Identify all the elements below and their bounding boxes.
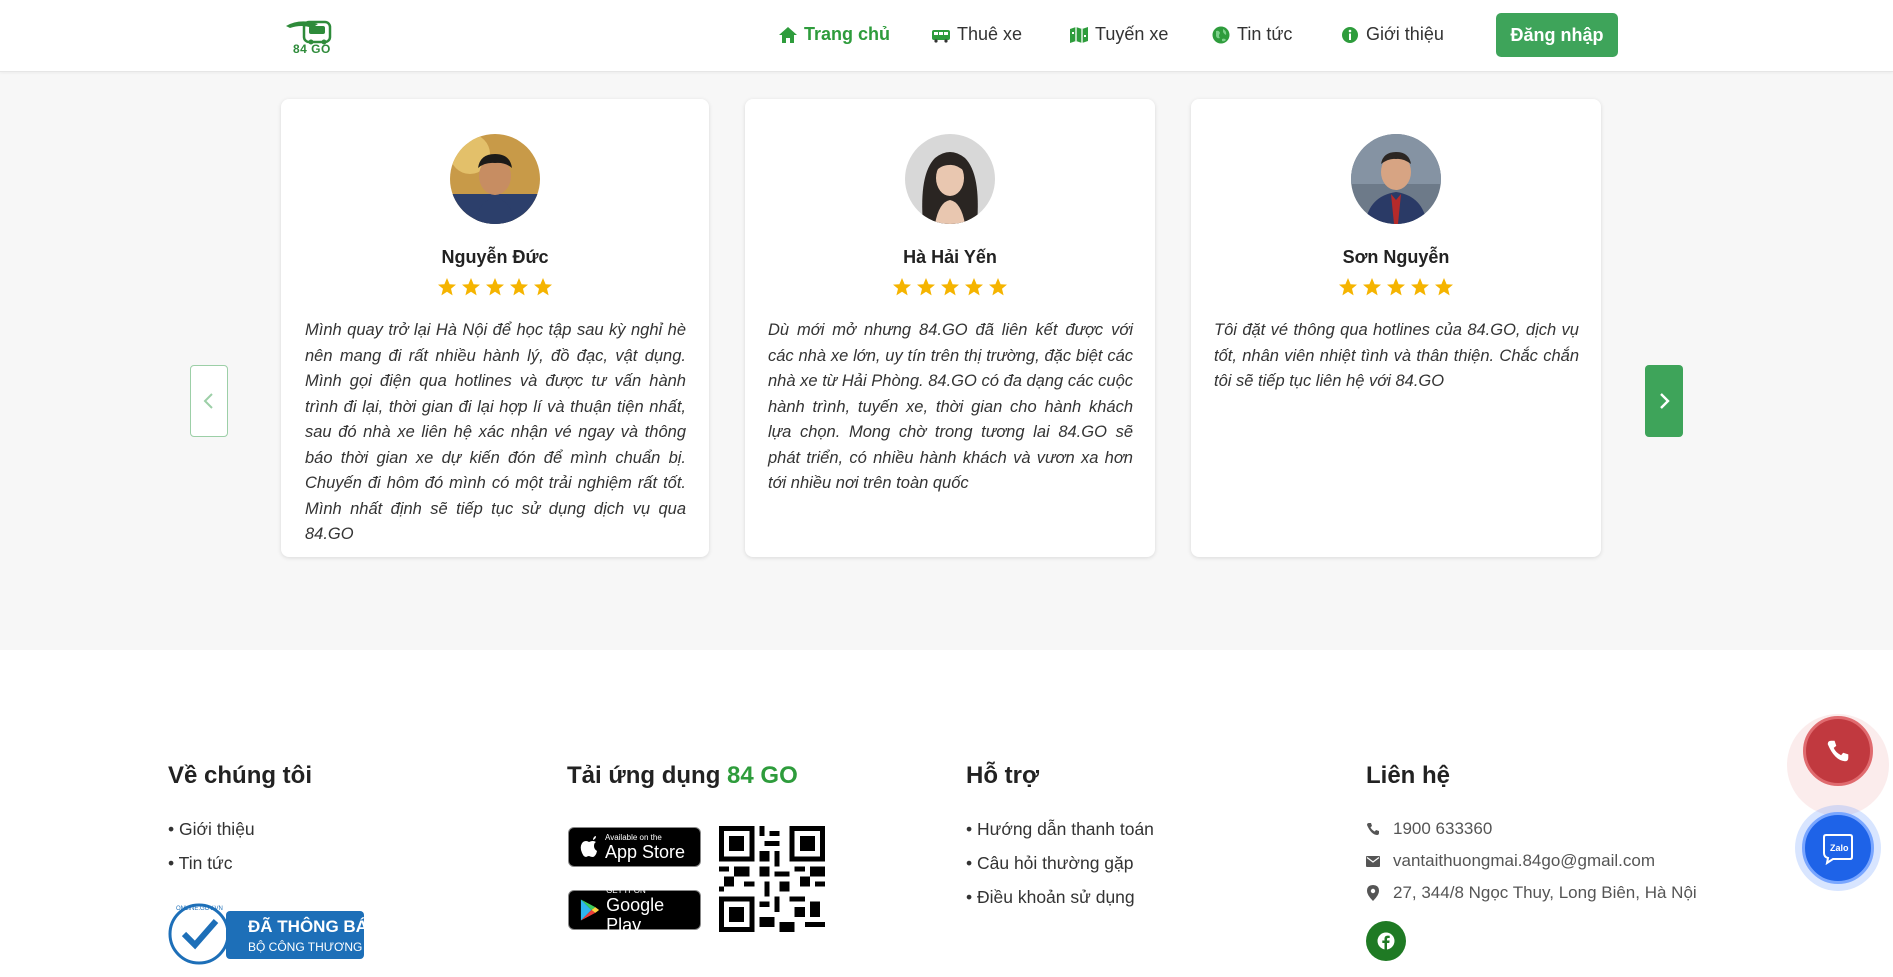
carousel-prev-button[interactable] [190,365,228,437]
testimonials-section: Nguyễn Đức Mình quay trở lại Hà Nội để h… [0,72,1893,650]
star-icon [1387,278,1405,296]
footer-link-about[interactable]: • Giới thiệu [168,819,255,840]
home-icon [779,26,797,43]
app-store-button[interactable]: Available on the App Store [568,827,701,867]
nav-about-label: Giới thiệu [1366,24,1444,44]
footer-contact-title: Liên hệ [1366,762,1451,789]
star-icon [438,278,456,296]
google-play-button[interactable]: GET IT ON Google Play [568,886,701,935]
testimonial-quote: Tôi đặt vé thông qua hotlines của 84.GO,… [1214,321,1579,390]
footer-support-title: Hỗ trợ [966,762,1040,789]
app-store-big-text: App Store [605,841,686,862]
carousel-next-button[interactable] [1645,365,1683,437]
google-play-icon [580,899,600,921]
star-icon [1339,278,1357,296]
nav-routes[interactable]: Tuyến xe [1069,24,1168,45]
footer-link-terms[interactable]: • Điều khoản sử dụng [966,887,1135,908]
footer-link-payment-guide[interactable]: • Hướng dẫn thanh toán [966,819,1154,840]
footer-about-title: Về chúng tôi [168,762,312,789]
star-icon [989,278,1007,296]
badge-line1: ĐÃ THÔNG BÁO [248,917,382,936]
testimonial-quote: Mình quay trở lại Hà Nội để học tập sau … [305,321,686,543]
site-header: 84 GO Trang chủ Thuê xe Tuyến xe Tin tức… [0,0,1893,72]
facebook-button[interactable] [1366,921,1406,961]
footer-link-news[interactable]: • Tin tức [168,853,233,874]
testimonial-quote: Dù mới mở nhưng 84.GO đã liên kết được v… [768,321,1133,492]
badge-line2: BỘ CÔNG THƯƠNG [248,940,363,954]
rating-stars [1191,277,1601,297]
nav-rent[interactable]: Thuê xe [931,24,1022,45]
zalo-label: Zalo [1830,843,1849,853]
avatar [450,134,540,224]
facebook-icon [1377,932,1395,950]
google-play-small-text: GET IT ON [606,885,646,895]
badge-ring-text: ONLINE.GOV.VN [176,906,223,912]
star-icon [486,278,504,296]
login-button[interactable]: Đăng nhập [1496,13,1618,57]
envelope-icon [1365,853,1381,869]
contact-phone-text: 1900 633360 [1393,819,1493,838]
star-icon [534,278,552,296]
nav-routes-label: Tuyến xe [1095,24,1169,44]
star-icon [1363,278,1381,296]
apple-icon [580,836,597,857]
rating-stars [281,277,709,297]
google-play-big-text: Google Play [606,894,665,935]
zalo-float-button[interactable]: Zalo [1802,812,1874,884]
nav-news-label: Tin tức [1237,24,1293,44]
star-icon [965,278,983,296]
map-icon [1070,26,1088,43]
star-icon [941,278,959,296]
testimonial-card: Nguyễn Đức Mình quay trở lại Hà Nội để h… [281,99,709,557]
star-icon [462,278,480,296]
nav-home[interactable]: Trang chủ [778,24,890,45]
chevron-right-icon [1660,393,1670,409]
contact-address: 27, 344/8 Ngọc Thuy, Long Biên, Hà Nội [1365,883,1697,903]
contact-email[interactable]: vantaithuongmai.84go@gmail.com [1365,851,1655,871]
star-icon [893,278,911,296]
app-store-small-text: Available on the [605,832,662,842]
rating-stars [745,277,1155,297]
avatar [1351,134,1441,224]
chevron-left-icon [203,393,213,409]
star-icon [917,278,935,296]
contact-email-text: vantaithuongmai.84go@gmail.com [1393,851,1656,870]
contact-address-text: 27, 344/8 Ngọc Thuy, Long Biên, Hà Nội [1393,883,1697,902]
star-icon [1435,278,1453,296]
call-float-button[interactable] [1803,716,1873,786]
globe-icon [1212,26,1230,43]
nav-news[interactable]: Tin tức [1211,24,1292,45]
info-icon [1342,26,1358,43]
qr-code-icon [719,826,825,932]
moit-certification-badge[interactable]: ONLINE.GOV.VN ĐÃ THÔNG BÁO BỘ CÔNG THƯƠN… [168,903,381,965]
footer-link-faq[interactable]: • Câu hỏi thường gặp [966,853,1133,874]
phone-icon [1365,821,1381,837]
footer-app-title: Tải ứng dụng 84 GO [567,762,798,790]
testimonial-card: Sơn Nguyễn Tôi đặt vé thông qua hotlines… [1191,99,1601,557]
nav-rent-label: Thuê xe [957,24,1023,44]
star-icon [1411,278,1429,296]
avatar [905,134,995,224]
contact-phone[interactable]: 1900 633360 [1365,819,1492,839]
location-pin-icon [1365,885,1381,901]
reviewer-name: Nguyễn Đức [441,247,549,267]
phone-icon [1827,740,1849,762]
reviewer-name: Sơn Nguyễn [1342,247,1450,267]
reviewer-name: Hà Hải Yến [903,247,997,267]
logo-text: 84 GO [293,42,331,56]
testimonial-card: Hà Hải Yến Dù mới mở nhưng 84.GO đã liên… [745,99,1155,557]
bus-icon [932,29,950,43]
nav-home-label: Trang chủ [804,24,891,44]
footer-app-title-brand: 84 GO [727,762,798,789]
star-icon [510,278,528,296]
nav-about[interactable]: Giới thiệu [1340,24,1444,45]
footer-app-title-prefix: Tải ứng dụng [567,762,728,789]
